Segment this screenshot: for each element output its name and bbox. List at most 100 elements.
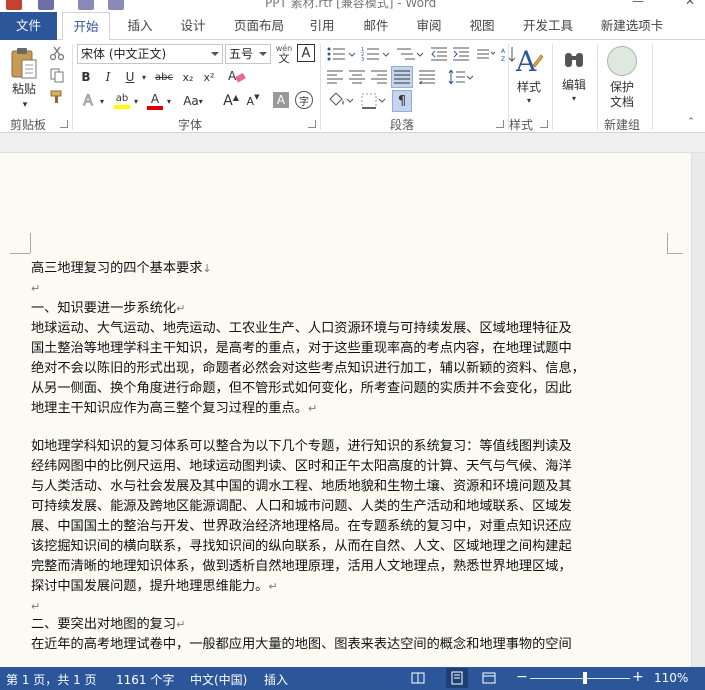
font-launcher-icon[interactable]: [308, 120, 316, 128]
increase-indent-button[interactable]: [452, 45, 470, 63]
document-line[interactable]: 完整而清晰的地理知识体系，做到透析自然地理原理，活用人文地理点，熟悉世界地理区域…: [31, 557, 572, 577]
paste-dropdown-icon[interactable]: ▾: [18, 98, 32, 112]
bold-button[interactable]: B: [78, 68, 94, 86]
styles-button[interactable]: A: [512, 44, 546, 78]
decrease-indent-button[interactable]: [430, 45, 448, 63]
chevron-down-icon[interactable]: ▾: [522, 94, 536, 108]
tab-page-layout[interactable]: 页面布局: [226, 12, 292, 40]
clipboard-launcher-icon[interactable]: [60, 120, 68, 128]
copy-button[interactable]: [48, 66, 66, 84]
enclose-char-button[interactable]: 字: [295, 91, 313, 109]
styles-launcher-icon[interactable]: [540, 120, 548, 128]
document-line[interactable]: 国土整治等地理学科主干知识，是高考的重点，对于这些重现率高的考点内容，在地理试题…: [31, 339, 572, 359]
document-line[interactable]: 一、知识要进一步系统化↵: [31, 299, 185, 319]
tab-new-tab[interactable]: 新建选项卡: [594, 12, 670, 40]
align-center-button[interactable]: [348, 68, 366, 86]
document-line[interactable]: 从另一侧面、换个角度进行命题，但不管形式如何变化，所考查问题的实质并不会变化，因…: [31, 379, 572, 399]
paste-button[interactable]: [6, 44, 42, 84]
protect-document-button[interactable]: [607, 46, 637, 76]
collapse-ribbon-icon[interactable]: ⌃: [684, 116, 698, 128]
insert-mode-status[interactable]: 插入: [264, 671, 288, 688]
page-count[interactable]: 第 1 页，共 1 页: [6, 671, 97, 688]
bullets-button[interactable]: [326, 45, 356, 63]
char-shading-button[interactable]: A: [273, 92, 289, 108]
zoom-out-button[interactable]: −: [516, 669, 528, 685]
zoom-in-button[interactable]: +: [632, 669, 644, 685]
document-line[interactable]: 该挖掘知识间的横向联系，寻找知识间的纵向联系，从而在自然、人文、区域地理之间构建…: [31, 537, 572, 557]
clear-formatting-button[interactable]: A: [226, 66, 248, 86]
document-line[interactable]: 探讨中国发展问题，提升地理思维能力。↵: [31, 577, 278, 597]
tab-view[interactable]: 视图: [460, 12, 504, 40]
undo-icon[interactable]: [78, 0, 94, 10]
grow-font-button[interactable]: A ▲: [222, 91, 240, 111]
tab-mailings[interactable]: 邮件: [354, 12, 398, 40]
document-line[interactable]: 可持续发展、能源及跨地区能源调配、人口和城市问题、人类的生产活动和地域联系、区域…: [31, 497, 572, 517]
document-line[interactable]: 与人类活动、水与社会发展及其中国的调水工程、地质地貌和生物土壤、资源和环境问题及…: [31, 477, 572, 497]
chevron-down-icon[interactable]: ▾: [567, 92, 581, 106]
save-icon[interactable]: [38, 0, 54, 10]
distribute-button[interactable]: [418, 68, 436, 86]
tab-design[interactable]: 设计: [170, 12, 216, 40]
text-effects-button[interactable]: A: [78, 91, 98, 111]
change-case-button[interactable]: Aa ▾: [180, 91, 206, 111]
align-left-button[interactable]: [326, 68, 344, 86]
vertical-scrollbar[interactable]: [691, 153, 705, 667]
zoom-slider-thumb[interactable]: [583, 672, 587, 684]
word-count[interactable]: 1161 个字: [116, 671, 174, 688]
phonetic-guide-button[interactable]: wén 文: [274, 43, 294, 65]
line-spacing-button[interactable]: [446, 68, 474, 86]
zoom-level[interactable]: 110%: [654, 671, 688, 685]
subscript-button[interactable]: x₂: [179, 68, 197, 86]
tab-insert[interactable]: 插入: [118, 12, 162, 40]
underline-dropdown-icon[interactable]: ▾: [139, 68, 149, 86]
tab-file[interactable]: 文件: [0, 12, 57, 40]
document-line[interactable]: 经纬网图中的比例尺运用、地球运动图判读、区时和正午太阳高度的计算、天气与气候、海…: [31, 457, 572, 477]
document-line[interactable]: 展、中国国土的整治与开发、世界政治经济地理格局。在专题系统的复习中，对重点知识还…: [31, 517, 572, 537]
web-layout-icon[interactable]: [482, 672, 496, 687]
document-line[interactable]: 绝对不会以陈旧的形式出现，命题者必然会对这些考点知识进行加工，辅以新颖的资料、信…: [31, 359, 585, 379]
document-line[interactable]: 二、要突出对地图的复习↵: [31, 615, 185, 635]
shrink-font-button[interactable]: A ▼: [244, 91, 262, 111]
format-painter-button[interactable]: [48, 88, 66, 106]
font-size-combo[interactable]: 五号: [225, 44, 271, 64]
font-color-button[interactable]: A: [145, 90, 165, 112]
italic-button[interactable]: I: [100, 68, 116, 86]
language-status[interactable]: 中文(中国): [190, 671, 247, 688]
strikethrough-button[interactable]: abc: [153, 68, 175, 86]
tab-review[interactable]: 审阅: [406, 12, 452, 40]
document-line[interactable]: 如地理学科知识的复习体系可以整合为以下几个专题，进行知识的系统复习：等值线图判读…: [31, 437, 572, 457]
borders-button[interactable]: [360, 92, 388, 110]
close-icon[interactable]: ✕: [685, 0, 695, 8]
redo-icon[interactable]: [108, 0, 124, 10]
tab-developer[interactable]: 开发工具: [516, 12, 580, 40]
multilevel-list-button[interactable]: [394, 45, 424, 63]
char-border-button[interactable]: A: [297, 44, 315, 62]
tab-home[interactable]: 开始: [62, 12, 110, 41]
chevron-down-icon[interactable]: ▾: [165, 91, 173, 111]
shading-button[interactable]: [326, 92, 354, 110]
tab-references[interactable]: 引用: [300, 12, 344, 40]
document-line[interactable]: 地球运动、大气运动、地壳运动、工农业生产、人口资源环境与可持续发展、区域地理特征…: [31, 319, 572, 339]
document-line[interactable]: ↵: [31, 279, 40, 299]
document-line[interactable]: 在近年的高考地理试卷中，一般都应用大量的地图、图表来表达空间的概念和地理事物的空…: [31, 635, 572, 655]
document-line[interactable]: 地理主干知识应作为高三整个复习过程的重点。↵: [31, 399, 317, 419]
numbering-button[interactable]: 1 2 3: [360, 45, 390, 63]
highlight-button[interactable]: ab: [112, 90, 132, 112]
document-line[interactable]: ↵: [31, 597, 40, 617]
print-layout-icon[interactable]: [446, 668, 468, 688]
cut-button[interactable]: [48, 44, 66, 62]
chevron-down-icon[interactable]: ▾: [132, 91, 140, 111]
chevron-down-icon[interactable]: ▾: [98, 91, 106, 111]
chinese-layout-button[interactable]: [476, 45, 496, 63]
superscript-button[interactable]: x²: [200, 68, 218, 86]
read-mode-icon[interactable]: [411, 672, 425, 687]
underline-button[interactable]: U: [122, 68, 138, 86]
paragraph-launcher-icon[interactable]: [496, 120, 504, 128]
minimize-icon[interactable]: —: [632, 0, 644, 8]
find-button[interactable]: [561, 45, 587, 73]
align-right-button[interactable]: [370, 68, 388, 86]
document-page[interactable]: 高三地理复习的四个基本要求↓ ↵ 一、知识要进一步系统化↵ 地球运动、大气运动、地壳运…: [0, 153, 691, 667]
zoom-slider-track[interactable]: [530, 678, 630, 679]
font-name-combo[interactable]: 宋体 (中文正文): [77, 44, 223, 64]
justify-button[interactable]: [391, 66, 413, 88]
